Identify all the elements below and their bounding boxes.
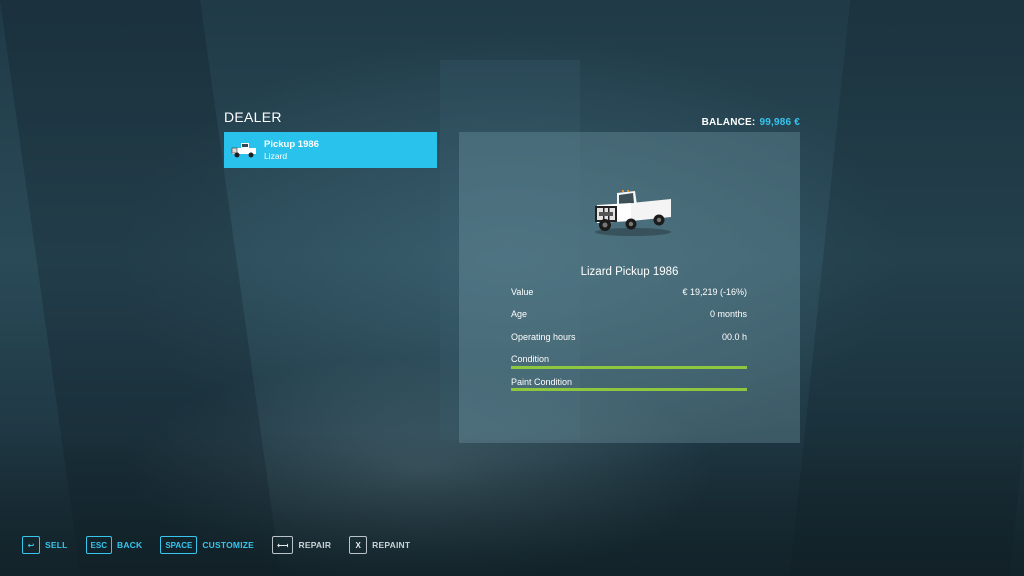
list-item-vehicle[interactable]: Pickup 1986 Lizard (224, 132, 437, 168)
backspace-key-icon: ⟻ (272, 536, 294, 554)
x-key-icon: X (349, 536, 368, 554)
back-label: BACK (116, 540, 143, 550)
repaint-button[interactable]: X REPAINT (349, 536, 410, 554)
back-button[interactable]: ESC BACK (85, 536, 143, 554)
age-label: Age (511, 309, 528, 319)
repair-button[interactable]: ⟻ REPAIR (272, 536, 331, 554)
operating-hours-value: 00.0 h (721, 332, 747, 342)
age-row: Age 0 months (511, 307, 747, 321)
list-item-name: Pickup 1986 (264, 138, 319, 150)
condition-label: Condition (511, 354, 550, 364)
vehicle-title: Lizard Pickup 1986 (580, 266, 679, 278)
customize-button[interactable]: SPACE CUSTOMIZE (160, 536, 254, 554)
paint-condition-bar (511, 388, 747, 391)
vehicle-details-panel: Lizard Pickup 1986 Value € 19,219 (-16%)… (459, 132, 800, 443)
condition-bar (511, 366, 747, 369)
age-value: 0 months (709, 309, 747, 319)
value-row: Value € 19,219 (-16%) (511, 285, 747, 299)
balance-display: BALANCE: 99,986 € (702, 117, 800, 128)
balance-value: 99,986 € (759, 117, 800, 128)
operating-hours-label: Operating hours (511, 332, 576, 342)
esc-key-icon: ESC (85, 536, 112, 554)
customize-label: CUSTOMIZE (202, 540, 255, 550)
paint-condition-bar-fill (511, 388, 747, 391)
repaint-label: REPAINT (372, 540, 411, 550)
vehicle-image (591, 187, 673, 242)
value-amount: € 19,219 (-16%) (682, 287, 747, 297)
operating-hours-row: Operating hours 00.0 h (511, 330, 747, 344)
action-bar: ↩ SELL ESC BACK SPACE CUSTOMIZE ⟻ REPAIR… (22, 535, 428, 555)
space-key-icon: SPACE (160, 536, 198, 554)
page-title: DEALER (224, 109, 282, 125)
pickup-truck-icon (224, 132, 264, 168)
value-label: Value (511, 287, 534, 297)
enter-key-icon: ↩ (22, 536, 40, 554)
sell-label: SELL (45, 540, 68, 550)
balance-label: BALANCE: (701, 117, 756, 128)
list-item-brand: Lizard (264, 150, 288, 161)
repair-label: REPAIR (298, 540, 332, 550)
paint-condition-label: Paint Condition (511, 377, 573, 387)
sell-button[interactable]: ↩ SELL (22, 536, 68, 554)
condition-bar-fill (511, 366, 747, 369)
